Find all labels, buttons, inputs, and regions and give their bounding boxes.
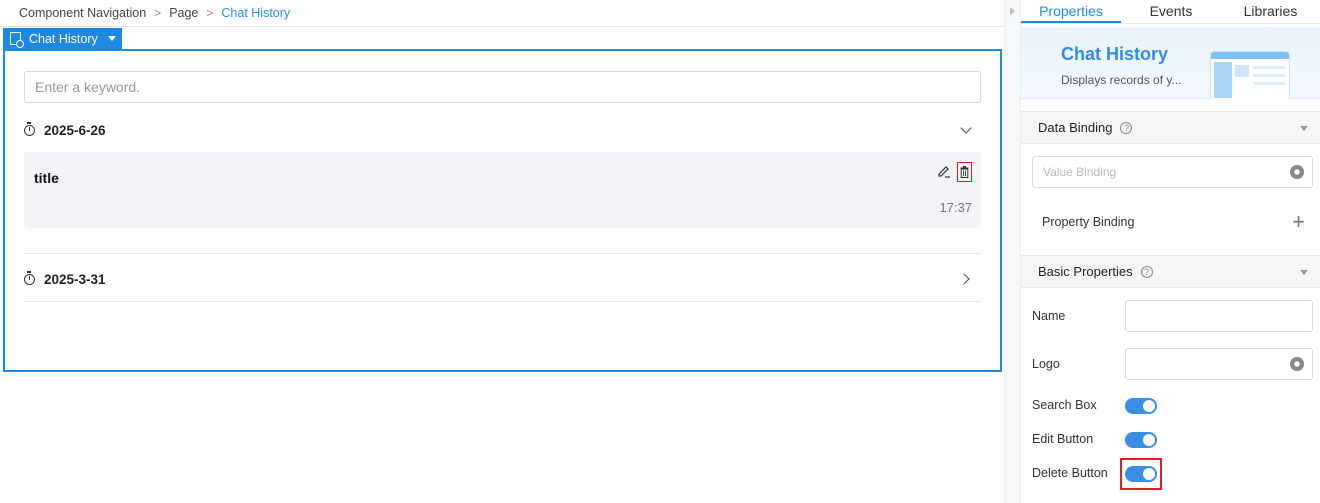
chat-item-title: title	[34, 170, 59, 186]
section-title: Data Binding	[1038, 120, 1113, 135]
search-box-label: Search Box	[1032, 398, 1097, 412]
help-icon[interactable]: ?	[1140, 265, 1153, 278]
date-group-header[interactable]: 2025-6-26	[24, 120, 981, 140]
group-date: 2025-3-31	[44, 271, 106, 287]
chat-item-time: 17:37	[939, 200, 972, 215]
breadcrumb-current: Chat History	[221, 6, 291, 20]
collapse-triangle-icon[interactable]	[1300, 126, 1308, 131]
component-description: Displays records of y...	[1061, 73, 1182, 87]
value-binding-placeholder: Value Binding	[1043, 165, 1117, 179]
trash-icon	[960, 166, 969, 178]
tab-events[interactable]: Events	[1121, 0, 1221, 23]
search-input[interactable]	[24, 71, 981, 103]
component-tag-label: Chat History	[29, 31, 98, 46]
logo-input[interactable]	[1125, 348, 1313, 380]
caret-down-icon[interactable]	[107, 36, 116, 41]
edit-button-toggle[interactable]	[1125, 432, 1157, 448]
add-icon[interactable]: +	[1292, 211, 1305, 233]
chevron-down-icon[interactable]	[960, 121, 972, 134]
chat-history-component[interactable]: 2025-6-26 title 17:37 2025-3-31	[3, 49, 1002, 372]
date-group-header[interactable]: 2025-3-31	[24, 269, 981, 289]
document-search-icon	[10, 32, 24, 48]
section-title: Basic Properties	[1038, 264, 1133, 279]
breadcrumb: Component Navigation > Page > Chat Histo…	[0, 0, 1004, 27]
search-box-toggle[interactable]	[1125, 398, 1157, 414]
highlight-box	[1120, 458, 1162, 490]
value-binding-field[interactable]: Value Binding	[1032, 156, 1313, 188]
logo-label: Logo	[1032, 357, 1060, 371]
delete-button-label: Delete Button	[1032, 466, 1108, 480]
panel-collapse-handle[interactable]	[1004, 0, 1021, 503]
gear-icon[interactable]	[1288, 355, 1306, 373]
breadcrumb-item-page[interactable]: Page	[169, 6, 198, 20]
component-illustration	[1210, 51, 1290, 99]
edit-icon[interactable]	[937, 164, 951, 178]
stopwatch-icon	[24, 270, 35, 285]
panel-tabs: Properties Events Libraries	[1021, 0, 1320, 24]
edit-button-label: Edit Button	[1032, 432, 1094, 446]
chat-history-item[interactable]: title 17:37	[24, 152, 981, 228]
component-hero: Chat History Displays records of y...	[1021, 27, 1320, 99]
property-binding-label: Property Binding	[1042, 215, 1135, 229]
chevron-right-icon[interactable]	[958, 273, 970, 285]
divider	[24, 301, 981, 302]
component-title: Chat History	[1061, 44, 1169, 64]
gear-icon[interactable]	[1288, 163, 1306, 181]
help-icon[interactable]: ?	[1120, 121, 1133, 134]
delete-button[interactable]	[957, 162, 972, 182]
component-tag[interactable]: Chat History	[3, 28, 122, 49]
collapse-triangle-icon[interactable]	[1300, 270, 1308, 275]
tab-properties[interactable]: Properties	[1021, 0, 1121, 23]
name-input[interactable]	[1125, 300, 1313, 332]
section-basic-properties[interactable]: Basic Properties ?	[1021, 255, 1320, 288]
stopwatch-icon	[24, 121, 35, 136]
properties-panel: Properties Events Libraries Chat History…	[1021, 0, 1320, 503]
collapse-arrow-icon	[1010, 7, 1015, 15]
breadcrumb-item-component-navigation[interactable]: Component Navigation	[19, 6, 146, 20]
chevron-right-icon: >	[154, 6, 162, 20]
chevron-right-icon: >	[206, 6, 214, 20]
group-date: 2025-6-26	[44, 122, 106, 138]
name-label: Name	[1032, 309, 1066, 323]
divider	[24, 253, 981, 254]
section-data-binding[interactable]: Data Binding ?	[1021, 111, 1320, 144]
tab-libraries[interactable]: Libraries	[1221, 0, 1320, 23]
